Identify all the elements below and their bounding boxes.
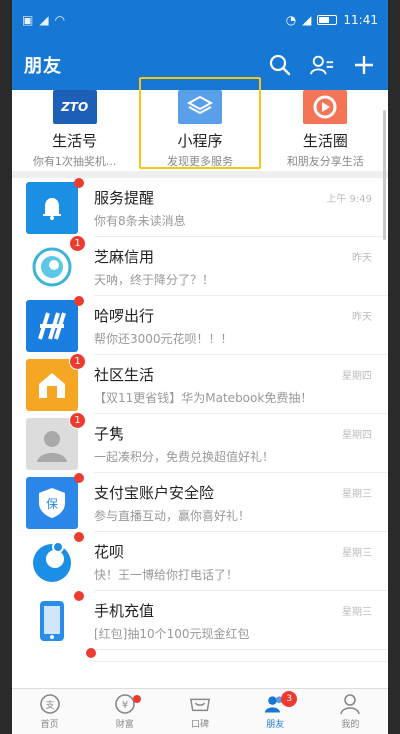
tab-koubei[interactable]: 口碑 <box>162 689 237 734</box>
item-subtitle: 天呐，终于降分了？！ <box>94 272 215 287</box>
sesame-credit-icon: 1 <box>26 234 86 293</box>
item-subtitle: 帮你还3000元花呗！！！ <box>94 331 233 346</box>
alarm-icon: ◔ <box>285 13 297 27</box>
tab-label: 首页 <box>40 720 59 730</box>
item-time: 星期四 <box>342 371 372 382</box>
tab-home[interactable]: 支 首页 <box>12 689 87 734</box>
item-title: 芝麻信用 <box>94 247 155 266</box>
list-item[interactable]: 花呗 快！王一博给你打电话了！ 星期三 <box>12 531 388 591</box>
tab-label: 朋友 <box>266 720 285 730</box>
status-icons-right: ◔ ◢ 11:41 <box>286 13 378 27</box>
koubei-icon <box>189 693 211 715</box>
community-life-icon: 1 <box>26 352 86 411</box>
unread-dot <box>74 590 84 601</box>
list-item[interactable]: 1 社区生活 【双11更省钱】华为Matebook免费抽！ 星期四 <box>12 352 388 414</box>
service-life-circle[interactable]: 生活圈 和朋友分享生活 <box>263 90 388 169</box>
home-icon: 支 <box>39 693 61 715</box>
unread-dot <box>74 472 84 483</box>
service-name: 小程序 <box>177 132 223 150</box>
item-subtitle: 【双11更省钱】华为Matebook免费抽！ <box>94 390 313 405</box>
tab-wealth[interactable]: ¥ 财富 <box>87 689 162 734</box>
phone-recharge-icon <box>26 590 84 647</box>
default-avatar-icon: 1 <box>26 411 86 470</box>
item-time: 星期四 <box>342 430 372 441</box>
tab-badge-count: 3 <box>281 691 298 707</box>
item-time: 星期三 <box>342 548 372 559</box>
profile-icon <box>339 693 361 715</box>
shield-icon: 保 <box>26 472 84 529</box>
contacts-icon[interactable] <box>310 53 334 77</box>
tab-label: 财富 <box>115 720 134 730</box>
list-item-partial <box>12 648 388 662</box>
tab-friends[interactable]: 3 朋友 <box>238 689 313 734</box>
page-title: 朋友 <box>24 56 62 77</box>
item-subtitle: 参与直播互动，赢你喜好礼！ <box>94 508 251 523</box>
list-item[interactable]: 1 芝麻信用 天呐，终于降分了？！ 昨天 <box>12 234 388 296</box>
list-item[interactable]: 服务提醒 你有8条未读消息 上午 9:49 <box>12 177 388 237</box>
item-title: 哈啰出行 <box>94 306 155 325</box>
status-icons-left: ▣ ◢ ◠ <box>22 13 65 27</box>
service-desc: 和朋友分享生活 <box>286 155 364 168</box>
item-time: 昨天 <box>352 253 372 264</box>
tab-label: 口碑 <box>191 720 210 730</box>
list-item[interactable]: 手机充值 [红包]抽10个100元现金红包 星期三 <box>12 590 388 650</box>
scrollbar[interactable] <box>383 110 386 240</box>
battery-icon <box>317 15 338 25</box>
list-item[interactable]: 保 支付宝账户安全险 参与直播互动，赢你喜好礼！ 星期三 <box>12 472 388 532</box>
item-subtitle: [红包]抽10个100元现金红包 <box>94 626 250 641</box>
tab-profile[interactable]: 我的 <box>313 689 388 734</box>
message-list: 服务提醒 你有8条未读消息 上午 9:49 1 芝麻信用 天呐，终于降分了？！ … <box>12 177 388 662</box>
cell-signal-icon: ◢ <box>302 13 312 27</box>
unread-count: 1 <box>69 352 86 370</box>
service-mini-programs[interactable]: 小程序 发现更多服务 <box>137 77 262 169</box>
item-time: 昨天 <box>352 312 372 323</box>
life-circle-icon <box>303 90 348 124</box>
mini-program-icon <box>177 90 222 124</box>
search-icon[interactable] <box>268 53 292 77</box>
header-actions <box>268 53 376 77</box>
huabei-icon <box>26 531 84 588</box>
svg-text:¥: ¥ <box>122 700 128 711</box>
item-time: 上午 9:49 <box>326 194 372 205</box>
status-bar: ▣ ◢ ◠ ◔ ◢ 11:41 <box>12 0 388 40</box>
item-subtitle: 一起凑积分，免费兑换超值好礼！ <box>94 449 275 464</box>
list-item[interactable]: 1 子隽 一起凑积分，免费兑换超值好礼！ 星期四 <box>12 411 388 473</box>
item-subtitle: 快！王一博给你打电话了！ <box>94 567 239 582</box>
list-item[interactable]: 哈啰出行 帮你还3000元花呗！！！ 昨天 <box>12 295 388 355</box>
tab-label: 我的 <box>341 720 360 730</box>
item-time: 星期三 <box>342 489 372 500</box>
service-desc: 发现更多服务 <box>166 155 233 168</box>
item-subtitle: 你有8条未读消息 <box>94 213 186 228</box>
notification-icon: ▣ <box>22 13 34 27</box>
add-icon[interactable] <box>352 53 376 77</box>
svg-text:保: 保 <box>46 497 58 511</box>
item-time: 星期三 <box>342 607 372 618</box>
wifi-icon: ◠ <box>54 13 66 27</box>
status-time: 11:41 <box>343 13 378 27</box>
service-life-account[interactable]: ZTO 生活号 你有1次抽奖机... <box>12 90 137 169</box>
unread-dot <box>86 648 96 658</box>
signal-icon: ◢ <box>39 13 49 27</box>
svg-text:支: 支 <box>45 699 54 711</box>
service-desc: 你有1次抽奖机... <box>32 155 117 168</box>
unread-dot <box>74 531 84 542</box>
hellobike-icon <box>26 295 84 352</box>
unread-dot <box>74 295 84 306</box>
bell-icon <box>26 177 84 234</box>
unread-count: 1 <box>69 411 86 429</box>
tab-badge-dot <box>132 695 141 703</box>
bottom-tab-bar: 支 首页 ¥ 财富 口碑 3 朋友 我的 <box>12 688 388 734</box>
phone-screen: ▣ ◢ ◠ ◔ ◢ 11:41 朋友 ZTO 生活号 你有1次抽奖机... 小程… <box>12 0 388 734</box>
zto-logo-icon: ZTO <box>52 90 97 124</box>
unread-count: 1 <box>69 234 86 252</box>
service-name: 生活圈 <box>302 132 348 150</box>
quick-services: ZTO 生活号 你有1次抽奖机... 小程序 发现更多服务 生活圈 和朋友分享生… <box>12 77 388 172</box>
service-name: 生活号 <box>52 132 98 150</box>
unread-dot <box>74 177 84 188</box>
